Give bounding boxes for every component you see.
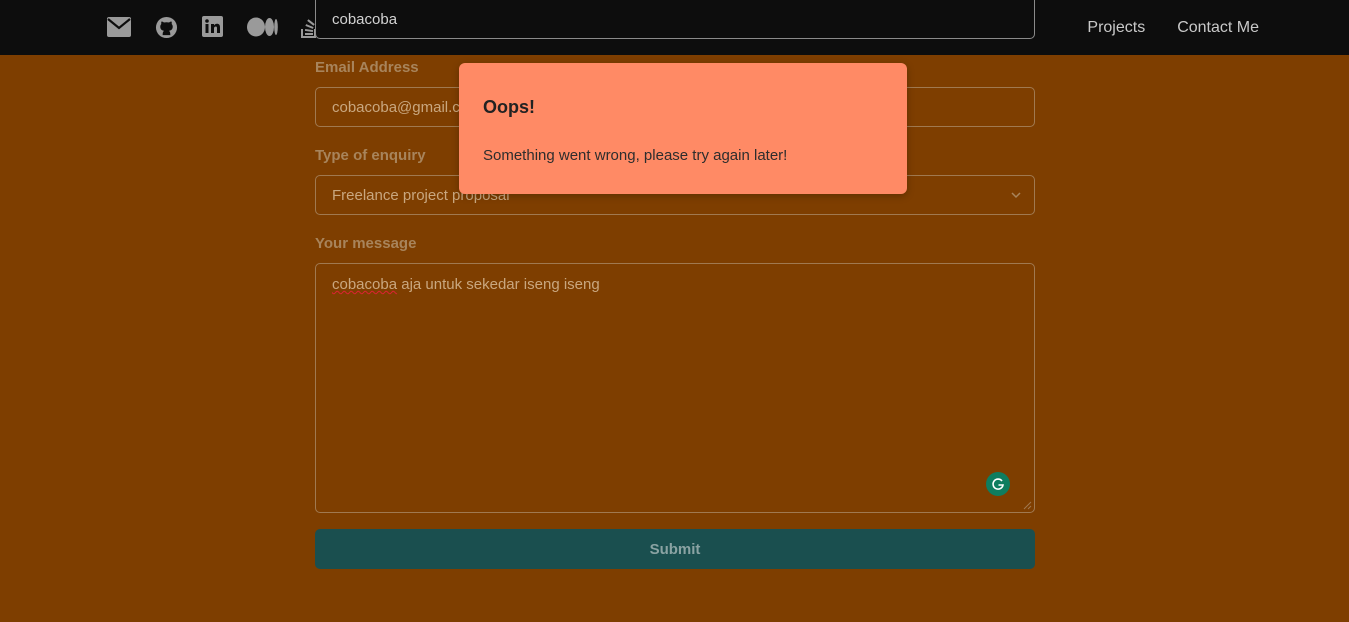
enquiry-label: Type of enquiry <box>315 147 426 164</box>
submit-button[interactable]: Submit <box>315 529 1035 569</box>
chevron-down-icon <box>1011 192 1021 199</box>
message-misspelled-word: cobacoba <box>332 276 398 293</box>
linkedin-icon[interactable] <box>202 16 223 37</box>
github-icon[interactable] <box>155 16 178 39</box>
name-input-value: cobacoba <box>332 10 398 28</box>
toast-message: Something went wrong, please try again l… <box>483 147 788 164</box>
nav-link-projects[interactable]: Projects <box>1087 19 1145 37</box>
error-toast: Oops! Something went wrong, please try a… <box>459 63 907 194</box>
nav-link-contact-me[interactable]: Contact Me <box>1177 19 1259 37</box>
medium-icon[interactable] <box>247 17 278 37</box>
toast-title: Oops! <box>483 97 535 117</box>
message-textarea[interactable]: cobacoba aja untuk sekedar iseng iseng <box>315 263 1035 513</box>
name-input[interactable]: cobacoba <box>315 0 1035 39</box>
grammarly-icon[interactable] <box>986 472 1010 496</box>
email-label: Email Address <box>315 59 419 76</box>
nav-links: Projects Contact Me <box>1087 0 1259 55</box>
mail-icon[interactable] <box>107 17 131 37</box>
resize-handle-icon[interactable] <box>1022 500 1032 510</box>
message-text: aja untuk sekedar iseng iseng <box>397 276 600 293</box>
message-label: Your message <box>315 235 417 252</box>
